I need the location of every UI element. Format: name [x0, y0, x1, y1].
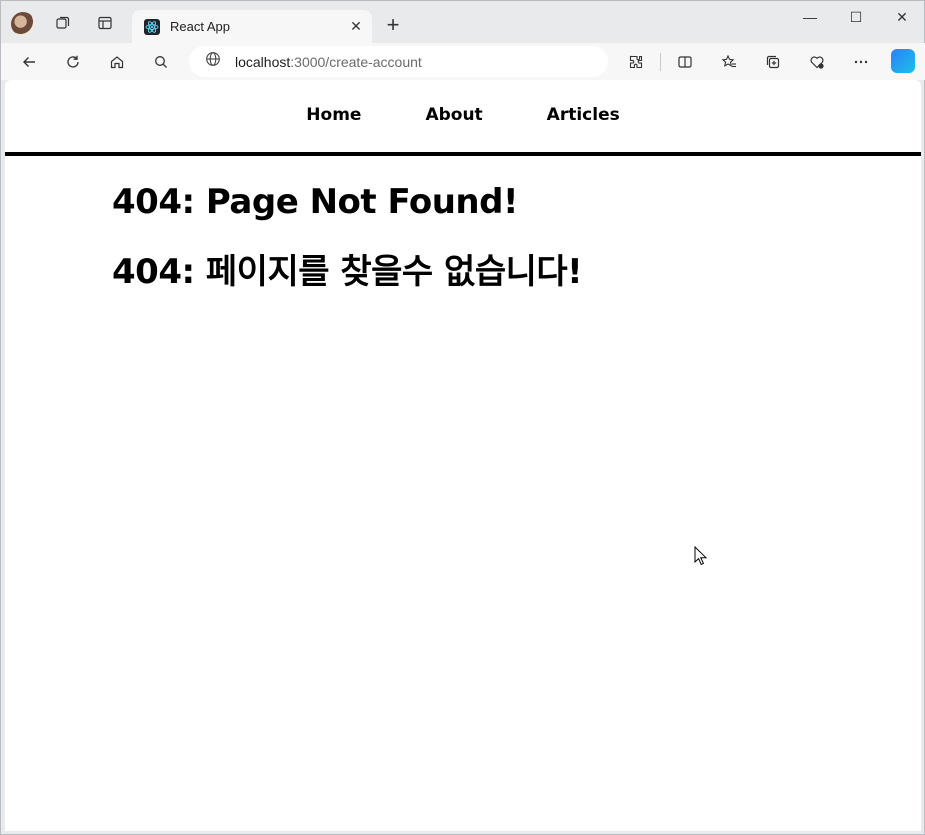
react-logo-icon — [144, 18, 160, 35]
url-host: localhost — [235, 53, 291, 70]
more-options-icon[interactable] — [849, 50, 873, 74]
not-found-heading-english: 404: Page Not Found! — [112, 182, 518, 222]
browser-window: React App ✕ + — ☐ ✕ localhost:3000/creat… — [0, 0, 925, 835]
url-text: localhost:3000/create-account — [235, 54, 422, 70]
refresh-icon[interactable] — [61, 50, 85, 74]
tab-title: React App — [170, 19, 230, 34]
back-icon[interactable] — [17, 50, 41, 74]
workspaces-icon[interactable] — [51, 11, 75, 35]
tab-strip: React App ✕ + — ☐ ✕ — [1, 1, 925, 43]
url-path: :3000/create-account — [290, 53, 422, 70]
minimize-button[interactable]: — — [787, 6, 833, 28]
tab-react-app[interactable]: React App ✕ — [132, 10, 372, 43]
collections-icon[interactable] — [761, 50, 785, 74]
page-viewport: Home About Articles 404: Page Not Found!… — [5, 80, 921, 831]
address-bar[interactable]: localhost:3000/create-account — [189, 46, 608, 77]
profile-avatar[interactable] — [11, 12, 35, 36]
copilot-icon[interactable] — [891, 49, 915, 73]
home-icon[interactable] — [105, 50, 129, 74]
nav-link-about[interactable]: About — [425, 105, 482, 125]
close-window-button[interactable]: ✕ — [879, 6, 925, 28]
browser-essentials-icon[interactable] — [805, 50, 829, 74]
extensions-icon[interactable] — [624, 50, 648, 74]
nav-link-articles[interactable]: Articles — [547, 105, 620, 125]
favorites-icon[interactable] — [717, 50, 741, 74]
nav-link-home[interactable]: Home — [306, 105, 361, 125]
nav-divider — [5, 152, 921, 156]
toolbar-divider — [660, 53, 661, 71]
close-tab-icon[interactable]: ✕ — [348, 18, 364, 35]
maximize-button[interactable]: ☐ — [833, 6, 879, 28]
not-found-content: 404: Page Not Found! 404: 페이지를 찾을수 없습니다! — [112, 178, 583, 318]
site-nav: Home About Articles — [5, 80, 921, 152]
search-icon[interactable] — [149, 50, 173, 74]
vertical-tabs-icon[interactable] — [93, 11, 117, 35]
browser-toolbar: localhost:3000/create-account — [1, 43, 925, 80]
split-screen-icon[interactable] — [673, 50, 697, 74]
new-tab-button[interactable]: + — [381, 12, 405, 37]
mouse-cursor-icon — [694, 545, 708, 571]
not-found-heading-korean: 404: 페이지를 찾을수 없습니다! — [112, 252, 583, 292]
globe-icon[interactable] — [205, 51, 221, 72]
